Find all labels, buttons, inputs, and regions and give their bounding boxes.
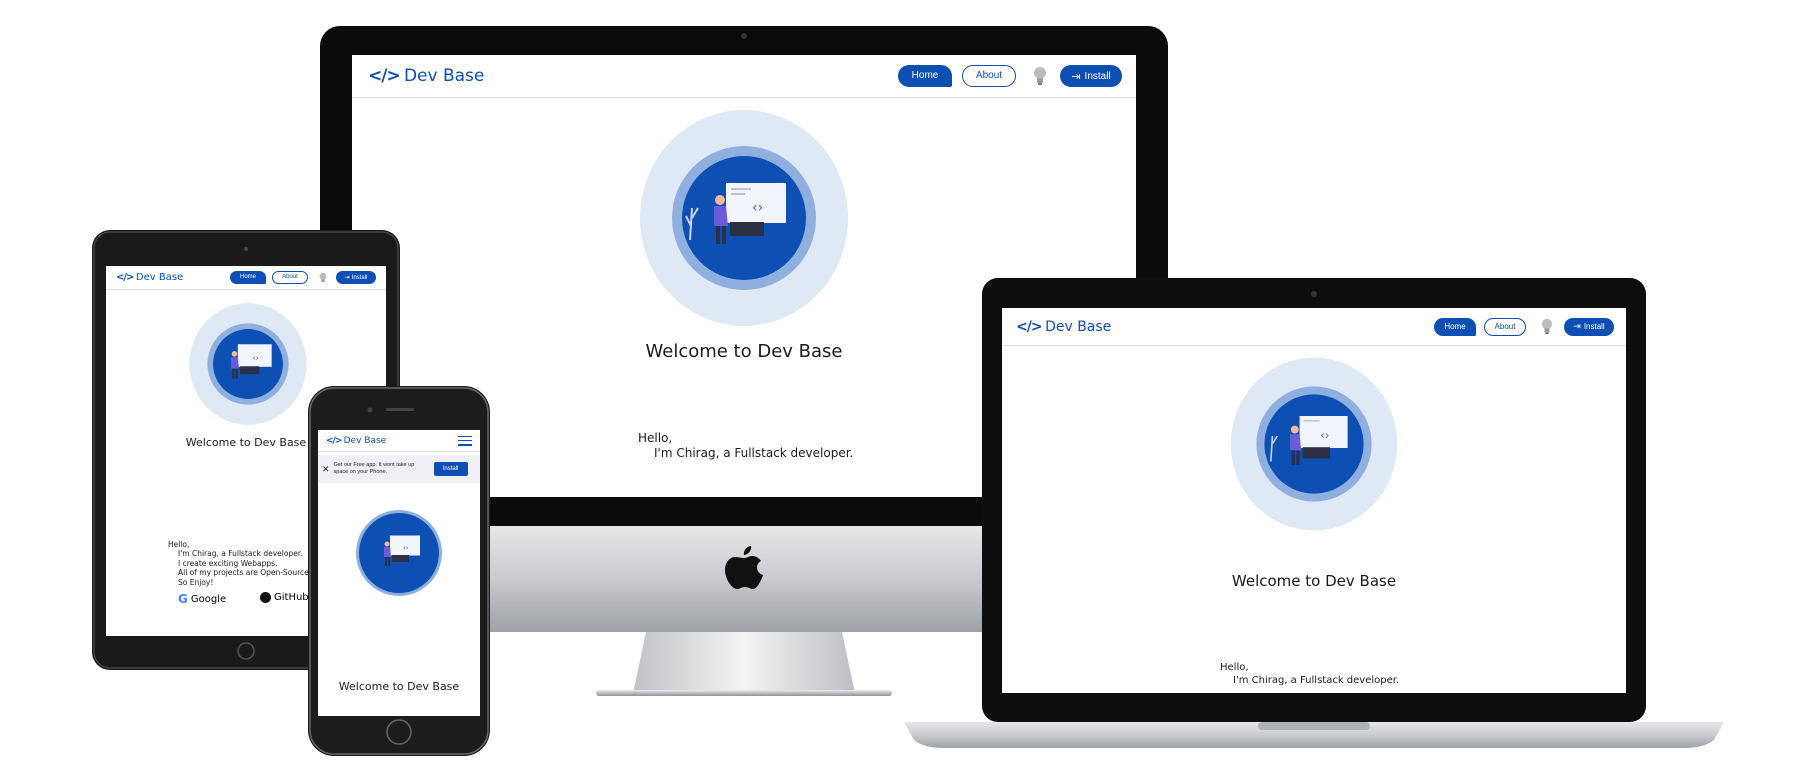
nav-about-button[interactable]: About <box>272 271 308 284</box>
intro-line-open-source: All of my projects are Open-Source. <box>178 568 312 578</box>
install-label: Install <box>1084 70 1111 82</box>
close-icon[interactable]: ✕ <box>322 464 330 475</box>
sign-in-icon: ⇥ <box>344 275 350 281</box>
google-label: Google <box>190 593 227 605</box>
hero-illustration: ‹› <box>1230 357 1398 531</box>
hero-illustration: ‹› <box>356 510 442 596</box>
brand[interactable]: </> Dev Base <box>1016 319 1111 335</box>
svg-text:‹›: ‹› <box>752 200 763 216</box>
phone-screen: </> Dev Base ✕ Get our Free app. It wont… <box>318 430 480 716</box>
nav-about-button[interactable]: About <box>1484 317 1526 336</box>
hamburger-menu-icon[interactable] <box>458 435 472 446</box>
brand-name: Dev Base <box>1045 318 1112 335</box>
navbar: </> Dev Base Home About ⇥ Install <box>1002 308 1626 346</box>
navbar: </> Dev Base Home About ⇥ Install <box>352 55 1136 98</box>
hero-illustration: ‹› <box>640 110 848 326</box>
lightbulb-icon[interactable] <box>1540 318 1554 336</box>
laptop-device: </> Dev Base Home About ⇥ Install ‹› Wel… <box>904 278 1724 748</box>
intro-line: I'm Chirag, a Fullstack developer. <box>178 549 303 559</box>
link-google[interactable]: G Google <box>178 592 226 606</box>
svg-text:‹›: ‹› <box>1320 429 1329 442</box>
hello-text: Hello, I'm Chirag, a Fullstack developer… <box>168 540 311 587</box>
welcome-heading: Welcome to Dev Base <box>1231 572 1397 590</box>
brand-name: Dev Base <box>135 272 184 283</box>
navbar: </> Dev Base <box>318 430 480 452</box>
brand-name: Dev Base <box>343 435 387 446</box>
code-brackets-icon: </> <box>116 272 134 283</box>
hello-text: Hello, I'm Chirag, a Fullstack developer… <box>1220 662 1399 687</box>
banner-install-button[interactable]: Install <box>433 462 468 476</box>
nav-install-button[interactable]: ⇥ Install <box>1564 317 1614 336</box>
nav-about-button[interactable]: About <box>962 65 1016 87</box>
brand[interactable]: </> Dev Base <box>326 436 386 446</box>
brand[interactable]: </> Dev Base <box>368 66 484 86</box>
code-brackets-icon: </> <box>326 435 342 446</box>
apple-logo-icon <box>725 546 763 589</box>
intro-line: I'm Chirag, a Fullstack developer. <box>654 446 854 460</box>
welcome-heading: Welcome to Dev Base <box>338 680 460 693</box>
intro-line: I'm Chirag, a Fullstack developer. <box>1233 674 1400 686</box>
github-label: GitHub <box>274 592 309 603</box>
svg-text:‹›: ‹› <box>253 354 259 363</box>
svg-text:‹›: ‹› <box>403 544 409 552</box>
nav-install-button[interactable]: ⇥ Install <box>1060 65 1122 87</box>
hello-text: Hello, I'm Chirag, a Fullstack developer… <box>638 431 853 461</box>
code-brackets-icon: </> <box>368 66 401 86</box>
code-brackets-icon: </> <box>1016 318 1043 335</box>
nav-home-button[interactable]: Home <box>898 65 952 87</box>
nav-home-button[interactable]: Home <box>230 271 266 284</box>
sign-in-icon: ⇥ <box>1071 70 1081 83</box>
phone-device: </> Dev Base ✕ Get our Free app. It wont… <box>308 386 490 756</box>
sign-in-icon: ⇥ <box>1573 321 1581 331</box>
lightbulb-icon[interactable] <box>1032 65 1048 87</box>
hero-illustration: ‹› <box>189 303 307 425</box>
nav-install-button[interactable]: ⇥ Install <box>336 271 376 284</box>
github-icon <box>260 592 271 603</box>
laptop-screen: </> Dev Base Home About ⇥ Install ‹› Wel… <box>1002 308 1626 693</box>
navbar: </> Dev Base Home About ⇥ Install <box>106 266 386 290</box>
nav-home-button[interactable]: Home <box>1434 317 1476 336</box>
hello-line: Hello, <box>1220 662 1249 673</box>
intro-line-webapps: I create exciting Webapps. <box>178 558 278 568</box>
hello-line: Hello, <box>638 431 673 445</box>
brand-name: Dev Base <box>403 66 485 86</box>
install-label: Install <box>351 274 368 281</box>
google-icon: G <box>178 592 188 606</box>
hello-line: Hello, <box>168 540 190 549</box>
link-github[interactable]: GitHub <box>260 592 309 603</box>
install-label: Install <box>1583 322 1605 331</box>
lightbulb-icon[interactable] <box>318 271 328 284</box>
install-banner-text: Get our Free app. It wont take up space … <box>333 462 415 475</box>
install-banner: ✕ Get our Free app. It wont take up spac… <box>318 455 480 483</box>
brand[interactable]: </> Dev Base <box>116 272 183 283</box>
intro-line-enjoy: So Enjoy! <box>178 577 214 587</box>
